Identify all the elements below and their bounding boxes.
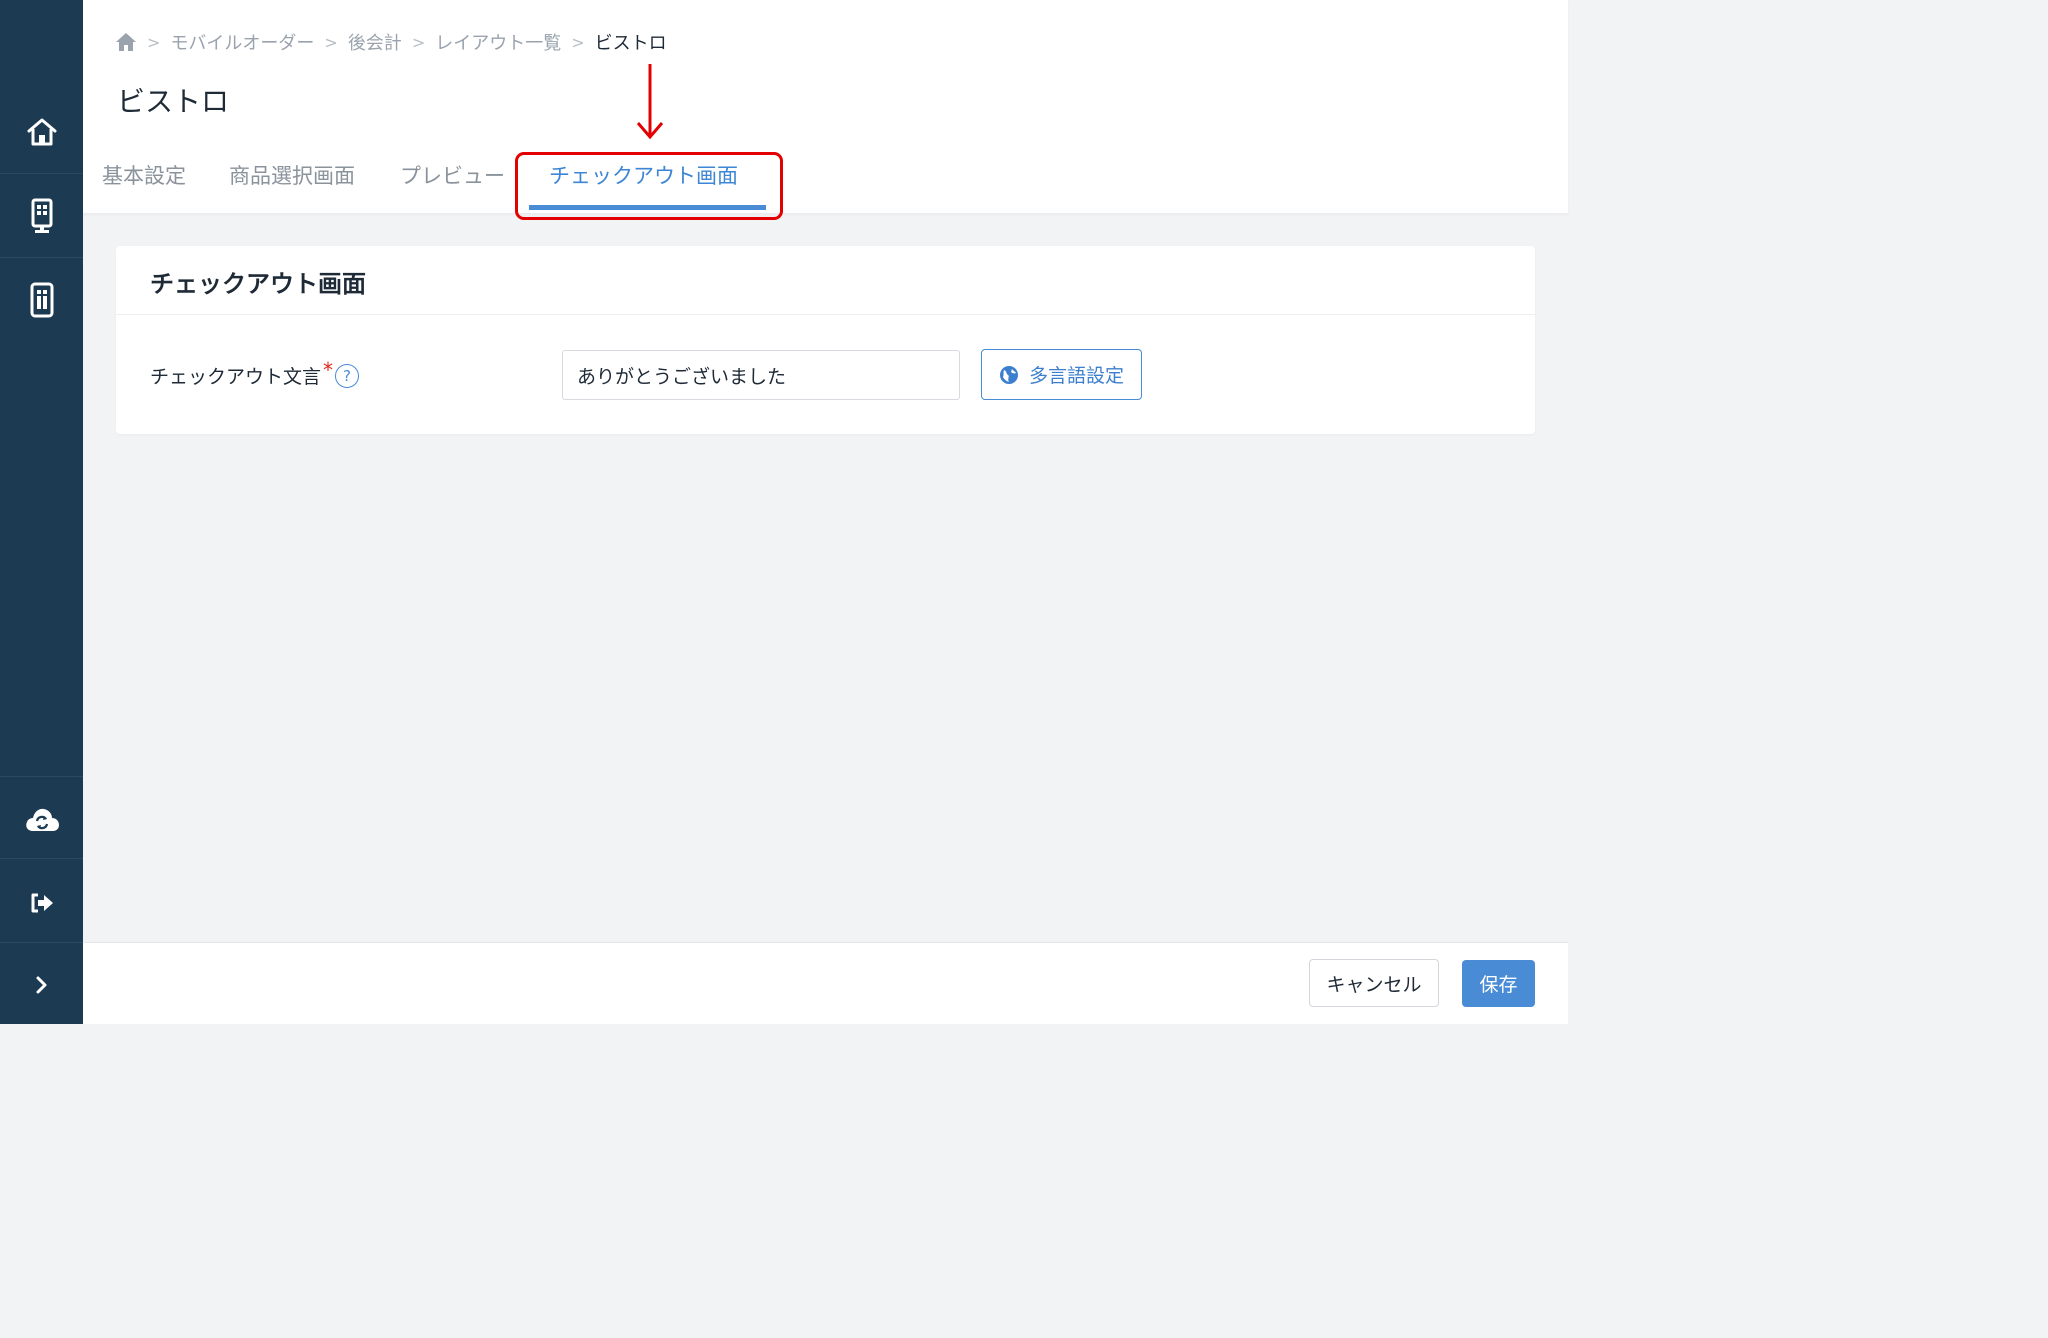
- chevron-right-icon: [36, 976, 46, 994]
- sidebar-item-home[interactable]: [0, 90, 83, 174]
- logout-icon: [31, 893, 53, 913]
- breadcrumb: > モバイルオーダー > 後会計 > レイアウト一覧 > ビストロ: [115, 28, 667, 56]
- breadcrumb-current: ビストロ: [594, 33, 667, 54]
- sidebar-divider: [0, 858, 83, 859]
- page-header: > モバイルオーダー > 後会計 > レイアウト一覧 > ビストロ ビストロ 基…: [83, 0, 1568, 220]
- globe-icon: [999, 365, 1018, 384]
- breadcrumb-item[interactable]: 後会計: [348, 29, 402, 55]
- help-icon[interactable]: ?: [335, 363, 360, 388]
- footer-action-bar: キャンセル 保存: [83, 942, 1568, 1024]
- breadcrumb-item[interactable]: レイアウト一覧: [435, 29, 561, 55]
- tab-bar: 基本設定 商品選択画面 プレビュー チェックアウト画面: [83, 150, 1568, 220]
- sidebar-expand-button[interactable]: [0, 943, 83, 1027]
- chevron-right-icon: >: [324, 32, 338, 52]
- card-divider: [116, 314, 1535, 315]
- cloud-sync-icon: [25, 808, 59, 831]
- chevron-right-icon: >: [571, 32, 585, 52]
- sidebar-item-mobile-order[interactable]: [0, 258, 83, 342]
- page-title: ビストロ: [117, 85, 230, 118]
- annotation-arrow-down: [636, 64, 664, 140]
- checkout-message-input[interactable]: [562, 350, 960, 400]
- cancel-button[interactable]: キャンセル: [1309, 959, 1439, 1007]
- breadcrumb-item[interactable]: モバイルオーダー: [170, 29, 314, 55]
- multilanguage-settings-button[interactable]: 多言語設定: [981, 349, 1142, 400]
- save-button[interactable]: 保存: [1462, 960, 1535, 1007]
- card-title: チェックアウト画面: [150, 270, 366, 298]
- chevron-right-icon: >: [147, 32, 161, 52]
- chevron-right-icon: >: [411, 32, 426, 52]
- sidebar-item-kiosk[interactable]: [0, 174, 83, 258]
- annotation-highlight-box: [515, 152, 783, 220]
- mobile-order-icon: [30, 282, 53, 318]
- required-mark: *: [323, 357, 334, 382]
- field-label-text: チェックアウト文言: [150, 366, 322, 388]
- sidebar: [0, 0, 83, 1024]
- tab-preview[interactable]: プレビュー: [400, 160, 505, 190]
- home-icon[interactable]: [115, 32, 137, 52]
- home-icon: [27, 118, 56, 146]
- multilanguage-button-label: 多言語設定: [1028, 365, 1124, 387]
- sidebar-item-logout[interactable]: [0, 861, 83, 945]
- tab-basic-settings[interactable]: 基本設定: [102, 160, 186, 190]
- sidebar-item-sync[interactable]: [0, 777, 83, 861]
- tab-product-selection[interactable]: 商品選択画面: [229, 160, 355, 190]
- checkout-message-label: チェックアウト文言 * ?: [150, 358, 360, 389]
- checkout-settings-card: チェックアウト画面 チェックアウト文言 * ? 多言語設定: [116, 246, 1535, 434]
- kiosk-terminal-icon: [31, 198, 52, 233]
